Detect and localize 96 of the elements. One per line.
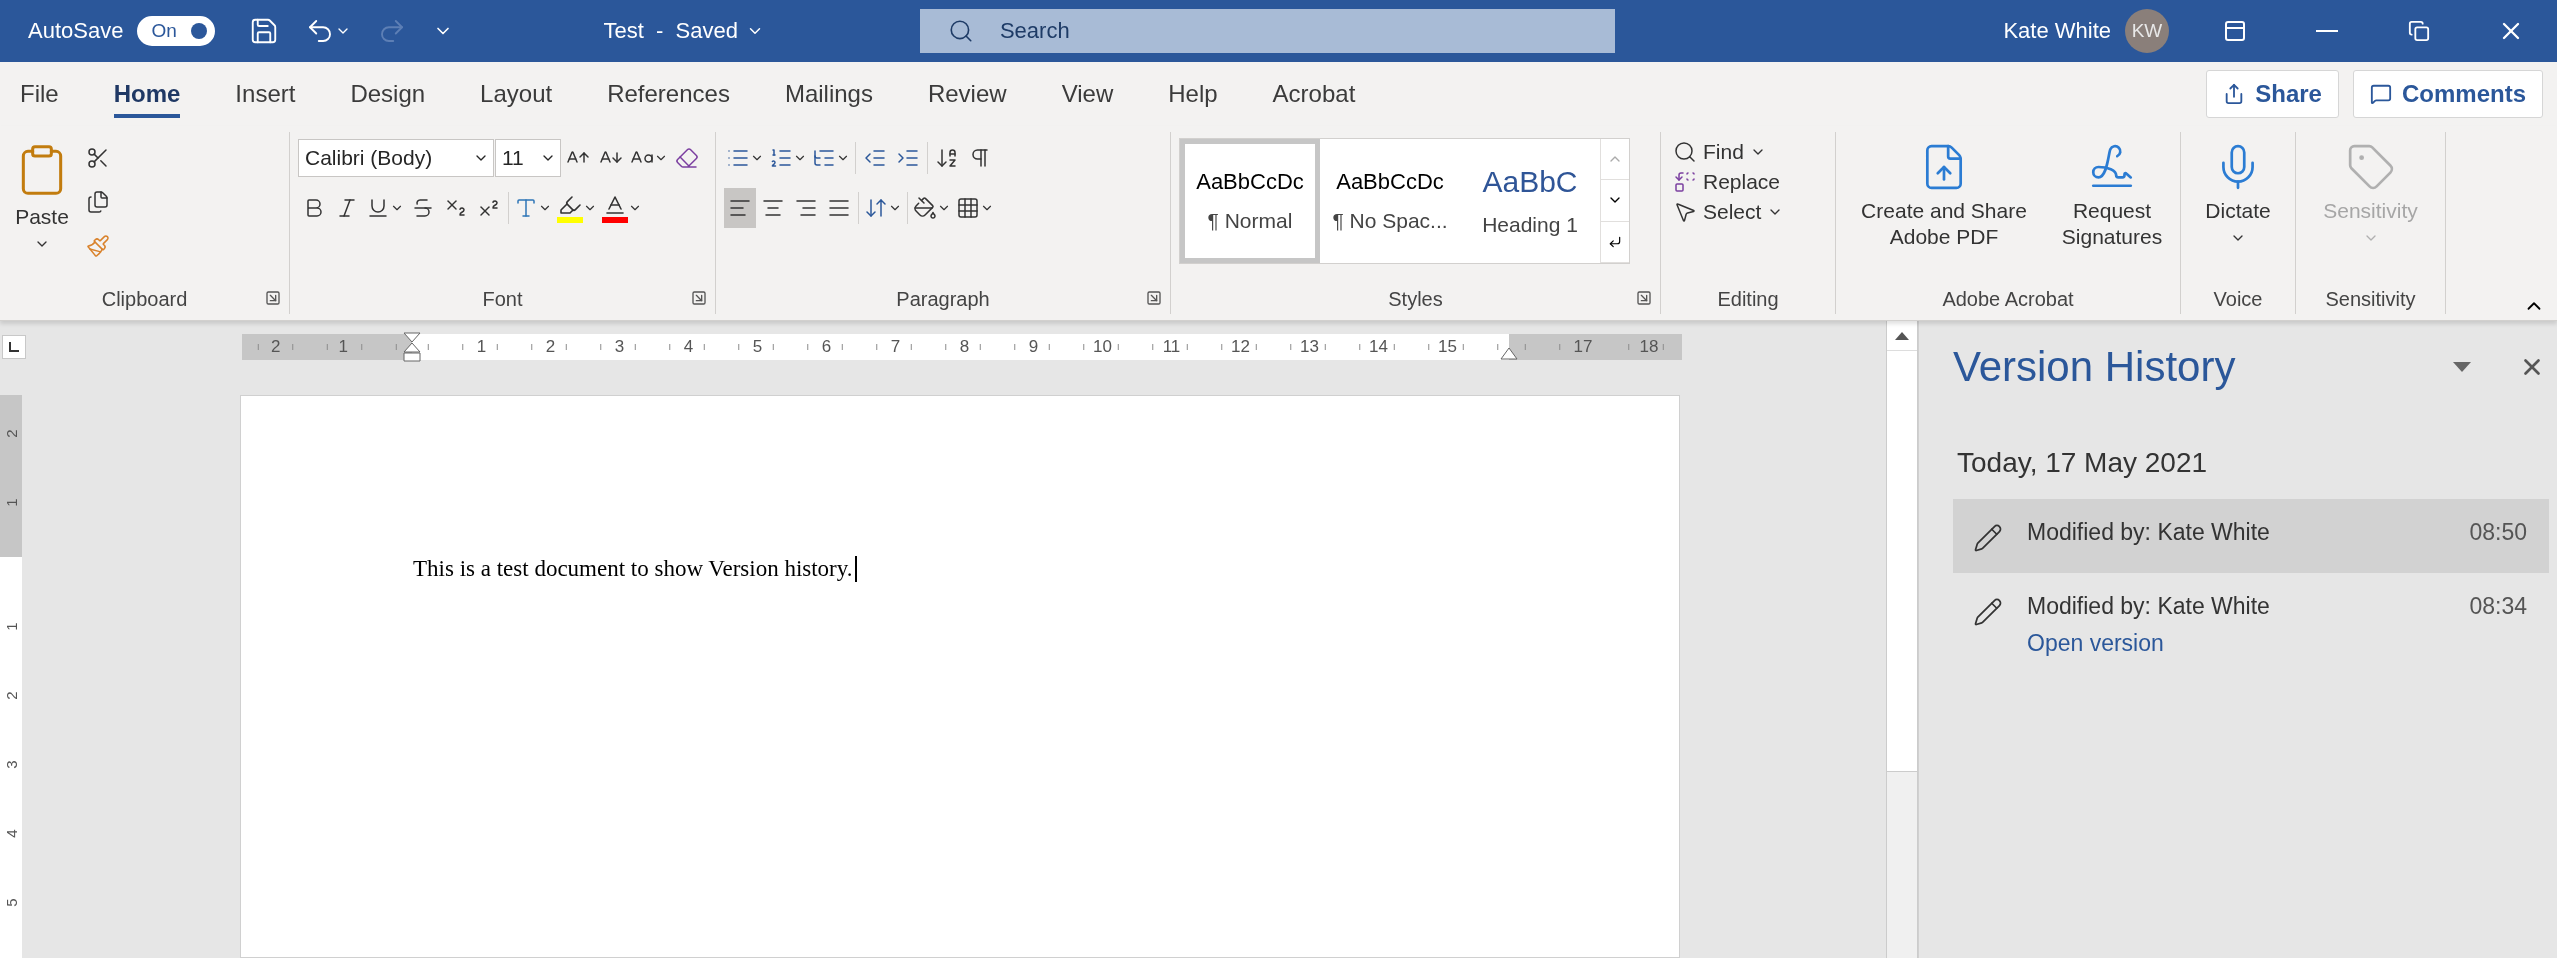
group-label: Adobe Acrobat [1942, 287, 2074, 311]
autosave-toggle[interactable]: On [137, 16, 216, 46]
comment-icon [2369, 83, 2392, 105]
menu-tab[interactable]: File [20, 70, 59, 118]
highlight-icon [557, 193, 583, 223]
version-time: 08:50 [2469, 519, 2527, 546]
version-author: Modified by: Kate White [2027, 519, 2271, 546]
up-arrow-icon [1895, 331, 1909, 340]
menu-tab[interactable]: References [607, 70, 730, 118]
sort-icon [935, 146, 959, 170]
date-heading: Today, 17 May 2021 [1957, 447, 2209, 479]
dialog-launcher-icon[interactable] [691, 290, 707, 306]
document-text: This is a test document to show Version history. [413, 556, 857, 582]
menu-tab[interactable]: Mailings [784, 70, 873, 118]
autosave-label: AutoSave [28, 18, 124, 44]
document-title[interactable]: Test - Saved [597, 17, 770, 45]
cut-icon [86, 146, 110, 170]
ruler-number: 3 [1, 759, 21, 769]
replace-button[interactable]: Replace [1669, 168, 1788, 196]
group-label: Styles [1388, 287, 1443, 311]
find-icon [1673, 140, 1697, 164]
menu-tab[interactable]: Home [113, 70, 181, 118]
dictate-button[interactable]: Dictate [2199, 138, 2277, 251]
style-name: ¶ No Spac... [1332, 209, 1448, 233]
find-button[interactable]: Find [1669, 138, 1788, 166]
scroll-thumb[interactable] [1887, 351, 1917, 772]
tab-selector[interactable] [2, 335, 26, 359]
search-field[interactable]: Search [919, 9, 1615, 53]
version-item[interactable]: Modified by: Kate White Open version 08:34 [1953, 573, 2549, 677]
borders-icon [956, 196, 980, 220]
style-name: ¶ Normal [1207, 209, 1293, 233]
request-signatures-button[interactable]: Request Signatures [2052, 138, 2172, 255]
dialog-launcher-icon[interactable] [1636, 290, 1652, 306]
group-label: Editing [1717, 287, 1779, 311]
menu-tab[interactable]: Design [350, 70, 426, 118]
style-sample: AaBbCcDc [1336, 169, 1444, 195]
numbering-icon [769, 146, 793, 170]
panel-title: Version History [1953, 343, 2237, 391]
copy-icon [86, 190, 110, 214]
ruler-number: 5 [1, 897, 21, 907]
dialog-launcher-icon[interactable] [265, 290, 281, 306]
font-size-field[interactable]: 11 [495, 139, 561, 177]
version-author: Modified by: Kate White [2027, 593, 2271, 620]
menu-tab[interactable]: Insert [235, 70, 296, 118]
group-label: Paragraph [896, 287, 990, 311]
style-name: Heading 1 [1482, 213, 1578, 237]
ruler-number: 1 [1, 498, 21, 507]
group-label: Clipboard [101, 287, 188, 311]
ruler-number: 1 [1, 621, 21, 631]
underline-icon [366, 196, 390, 220]
restore-icon [2408, 20, 2430, 42]
menu-tab[interactable]: Help [1168, 70, 1218, 118]
scrollbar[interactable] [1886, 321, 1918, 958]
more-icon [1608, 234, 1622, 249]
style-sample: AaBbCcDc [1196, 169, 1304, 195]
create-pdf-button[interactable]: Create and Share Adobe PDF [1844, 138, 2044, 255]
line-spacing-icon [864, 196, 888, 220]
indent-marker[interactable] [403, 332, 421, 362]
minimize-icon [2316, 30, 2338, 32]
ruler-number: 2 [1, 690, 21, 700]
ruler-number: 2 [1, 429, 21, 438]
style-sample: AaBbC [1482, 165, 1578, 199]
version-item[interactable]: Modified by: Kate White 08:50 [1953, 499, 2549, 573]
select-button[interactable]: Select [1669, 198, 1788, 226]
comments-button[interactable]: Comments [2352, 70, 2543, 118]
pencil-icon [1973, 523, 2003, 553]
ribbon-display-icon [2223, 19, 2247, 43]
align-left-button[interactable] [724, 188, 756, 228]
paste-button[interactable]: Paste [8, 138, 76, 257]
clear-formatting-icon [675, 146, 699, 170]
menu-tab[interactable]: Review [927, 70, 1007, 118]
strikethrough-icon [411, 196, 435, 220]
dropdown-icon [2453, 362, 2471, 372]
version-time: 08:34 [2469, 593, 2527, 620]
menu-tab[interactable]: Layout [480, 70, 553, 118]
group-label: Font [482, 287, 523, 311]
right-indent-marker[interactable] [1500, 346, 1518, 360]
group-label: Voice [2213, 287, 2263, 311]
user-name: Kate White [2003, 18, 2111, 44]
ruler-number: 4 [1, 828, 21, 838]
font-name-field[interactable]: Calibri (Body) [298, 139, 494, 177]
format-painter-icon [86, 234, 110, 258]
replace-icon [1673, 170, 1697, 194]
open-version-link[interactable]: Open version [2027, 630, 2164, 657]
menu-tab[interactable]: View [1061, 70, 1114, 118]
menu-tab[interactable]: Acrobat [1272, 70, 1356, 118]
shading-icon [913, 196, 937, 220]
pencil-icon [1973, 597, 2003, 627]
dialog-launcher-icon[interactable] [1146, 290, 1162, 306]
text-effects-icon [514, 196, 538, 220]
select-icon [1673, 200, 1697, 224]
share-button[interactable]: Share [2206, 70, 2339, 118]
style-item[interactable]: AaBbCcDc ¶ Normal [1180, 139, 1320, 263]
scroll-up-button[interactable] [1887, 321, 1917, 351]
font-color-icon [602, 193, 628, 223]
group-label: Sensitivity [2325, 287, 2416, 311]
